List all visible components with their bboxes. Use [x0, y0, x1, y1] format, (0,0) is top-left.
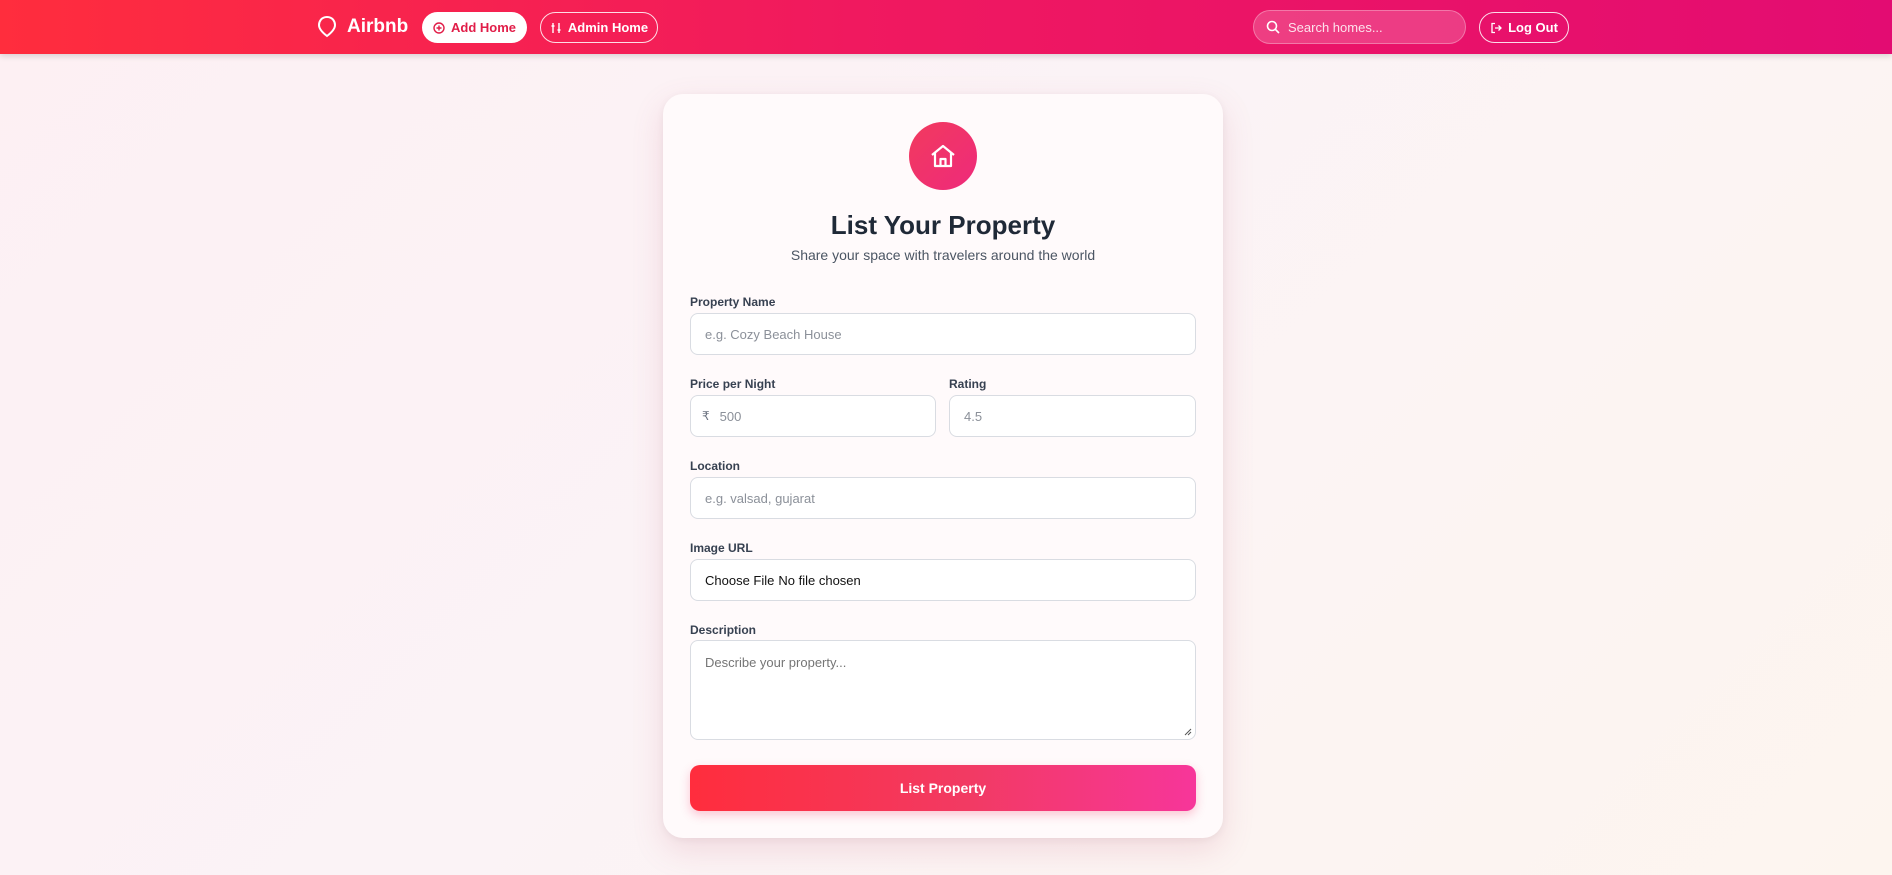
rating-input[interactable]	[964, 408, 1195, 424]
search-input[interactable]	[1288, 19, 1458, 35]
home-badge	[909, 122, 977, 190]
search-box[interactable]	[1253, 10, 1466, 44]
add-home-label: Add Home	[451, 20, 516, 35]
resize-grip-icon[interactable]	[1184, 728, 1192, 736]
logout-label: Log Out	[1508, 20, 1558, 35]
location-label: Location	[690, 459, 740, 473]
price-label: Price per Night	[690, 377, 776, 391]
page-title: List Your Property	[830, 210, 1056, 240]
brand-logo[interactable]: Airbnb	[316, 14, 408, 40]
rating-label: Rating	[949, 377, 987, 391]
list-property-card: List Your Property Share your space with…	[663, 94, 1223, 838]
description-textarea[interactable]	[691, 641, 1195, 739]
logout-icon	[1491, 22, 1502, 33]
description-field[interactable]	[690, 640, 1196, 740]
property-name-label: Property Name	[690, 295, 776, 309]
choose-file-button[interactable]: Choose File	[705, 573, 774, 588]
location-field[interactable]	[690, 477, 1196, 519]
brand-name: Airbnb	[347, 16, 409, 37]
property-name-input[interactable]	[705, 326, 1195, 342]
property-name-field[interactable]	[690, 313, 1196, 355]
image-url-label: Image URL	[690, 541, 753, 555]
currency-symbol: ₹	[702, 409, 710, 423]
rating-field[interactable]	[949, 395, 1196, 437]
description-label: Description	[690, 623, 757, 637]
admin-home-label: Admin Home	[567, 20, 649, 35]
list-property-button[interactable]: List Property	[690, 765, 1196, 811]
price-field[interactable]: ₹	[690, 395, 936, 437]
list-property-label: List Property	[899, 780, 987, 796]
price-input[interactable]	[719, 408, 935, 424]
location-input[interactable]	[705, 490, 1195, 506]
add-home-button[interactable]: Add Home	[422, 12, 527, 43]
navbar: Airbnb Add Home Admin Home Log Out	[0, 0, 1892, 54]
page-subtitle: Share your space with travelers around t…	[790, 247, 1096, 263]
sliders-icon	[551, 22, 561, 33]
home-icon	[931, 144, 955, 168]
admin-home-button[interactable]: Admin Home	[540, 12, 658, 43]
image-file-field[interactable]: Choose File No file chosen	[690, 559, 1196, 601]
search-icon	[1266, 20, 1280, 34]
airbnb-logo-icon	[317, 15, 337, 38]
logout-button[interactable]: Log Out	[1479, 12, 1569, 43]
plus-circle-icon	[433, 21, 445, 34]
file-status: No file chosen	[778, 572, 861, 588]
